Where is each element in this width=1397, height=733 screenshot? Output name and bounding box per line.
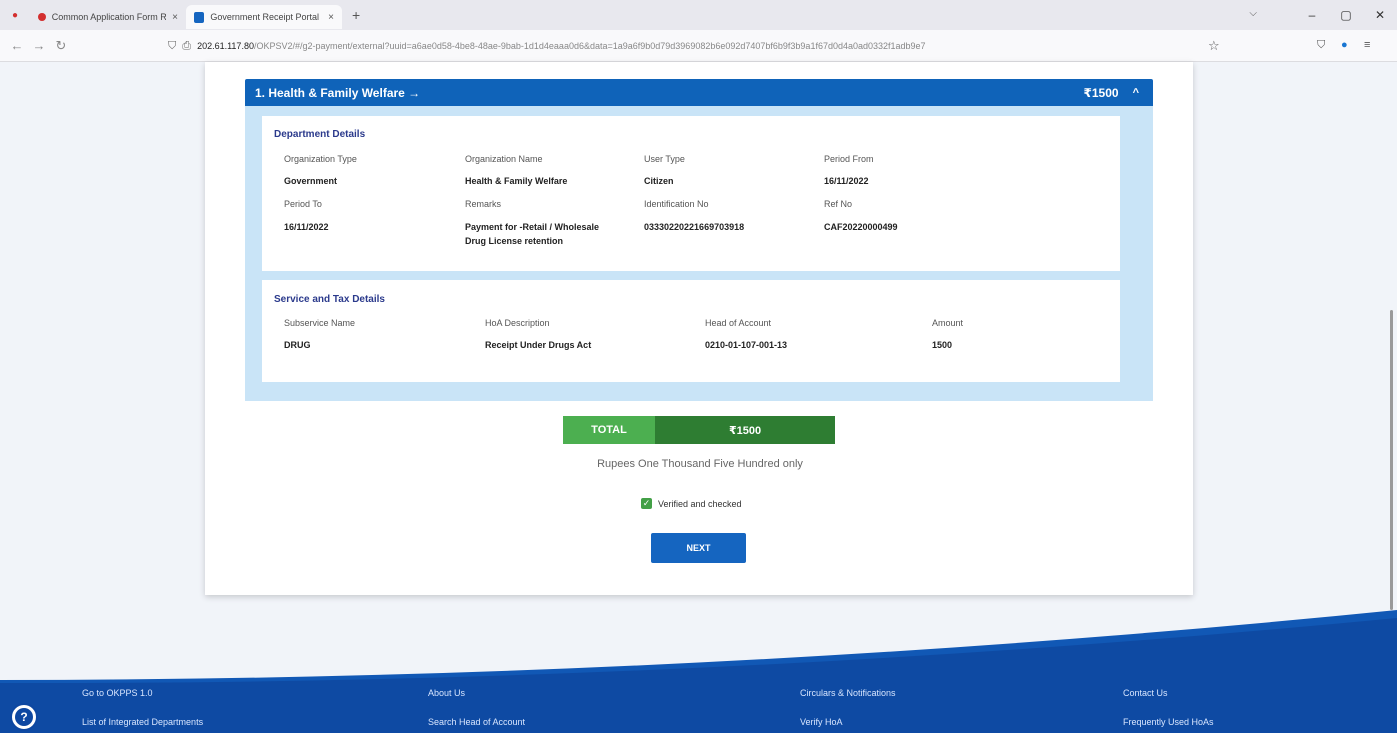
pocket-icon[interactable]: ⛉ [1317, 39, 1325, 52]
new-tab-button[interactable]: + [342, 7, 370, 23]
service-header: Head of Account [705, 318, 772, 328]
forward-icon[interactable]: → [28, 38, 50, 53]
footer-link[interactable]: Circulars & Notifications [800, 688, 896, 698]
service-details-title: Service and Tax Details [274, 294, 385, 305]
footer-link[interactable]: List of Integrated Departments [82, 717, 203, 727]
tab-title: Common Application Form Resu [51, 12, 167, 22]
identification-no-value: 03330220221669703918 [644, 222, 745, 232]
checkbox-checked-icon[interactable]: ✓ [641, 498, 652, 509]
back-icon[interactable]: ← [6, 38, 28, 53]
field-label: Ref No [824, 199, 853, 209]
department-header[interactable]: 1. Health & Family Welfare → ₹1500 ^ [245, 79, 1153, 106]
footer-link[interactable]: Contact Us [1123, 688, 1168, 698]
service-header: HoA Description [485, 318, 550, 328]
footer: Go to OKPPS 1.0 List of Integrated Depar… [0, 680, 1397, 733]
tab-close-icon[interactable]: × [328, 12, 334, 23]
total-box: TOTAL ₹1500 [563, 416, 835, 444]
field-label: Organization Type [284, 154, 357, 164]
reload-icon[interactable]: ↻ [50, 38, 72, 54]
help-button[interactable]: ? [10, 703, 38, 731]
browser-menu-icon[interactable]: ● [12, 10, 22, 21]
account-icon[interactable]: ● [1341, 39, 1348, 51]
close-window-button[interactable]: ✕ [1363, 8, 1397, 22]
footer-link[interactable]: Verify HoA [800, 717, 843, 727]
field-label: User Type [644, 154, 685, 164]
field-label: Organization Name [465, 154, 543, 164]
tab-favicon-icon [38, 13, 46, 21]
department-title: 1. Health & Family Welfare → [255, 85, 421, 100]
minimize-button[interactable]: – [1295, 8, 1329, 22]
department-details-panel [262, 116, 1120, 271]
browser-tab-1[interactable]: Common Application Form Resu × [30, 5, 186, 29]
field-label: Identification No [644, 199, 709, 209]
user-type-value: Citizen [644, 176, 674, 186]
department-amount: ₹1500 [1083, 85, 1119, 100]
browser-tab-2[interactable]: Government Receipt Portal Sy × [186, 5, 342, 29]
period-from-value: 16/11/2022 [824, 176, 869, 186]
organization-type-value: Government [284, 176, 338, 186]
service-header: Amount [932, 318, 964, 328]
tab-favicon-icon [194, 11, 205, 23]
browser-toolbar: ← → ↻ ⛉ ⎙ 202.61.117.80 /OKPSV2/#/g2-pay… [0, 30, 1397, 62]
service-header: Subservice Name [284, 318, 356, 328]
field-label: Period To [284, 199, 322, 209]
total-label: TOTAL [563, 416, 655, 444]
bookmark-star-icon[interactable]: ☆ [1208, 38, 1220, 54]
menu-icon[interactable]: ≡ [1364, 39, 1370, 51]
url-bar[interactable]: ⛉ ⎙ 202.61.117.80 /OKPSV2/#/g2-payment/e… [168, 35, 1228, 57]
collapse-chevron-icon[interactable]: ^ [1133, 87, 1139, 99]
period-to-value: 16/11/2022 [284, 222, 329, 232]
footer-link[interactable]: About Us [428, 688, 465, 698]
footer-link[interactable]: Frequently Used HoAs [1123, 717, 1214, 727]
browser-tabbar: ● Common Application Form Resu × Governm… [0, 0, 1397, 30]
tab-list-chevron-icon[interactable]: ⌵ [1249, 8, 1257, 19]
service-details-panel [262, 280, 1120, 382]
field-label: Period From [824, 154, 874, 164]
hoa-description-value: Receipt Under Drugs Act [485, 340, 592, 350]
url-host: 202.61.117.80 [197, 41, 254, 51]
next-button[interactable]: NEXT [651, 533, 746, 563]
amount-value: 1500 [932, 340, 953, 350]
shield-icon: ⛉ [168, 39, 177, 52]
ref-no-value: CAF20220000499 [824, 222, 898, 232]
organization-name-value: Health & Family Welfare [465, 176, 568, 186]
maximize-button[interactable]: ▢ [1329, 8, 1363, 22]
verified-label: Verified and checked [658, 498, 742, 509]
department-details-title: Department Details [274, 129, 366, 140]
remarks-value: Payment for -Retail / Wholesale [465, 222, 600, 232]
subservice-name-value: DRUG [284, 340, 311, 350]
total-value: ₹1500 [655, 416, 835, 444]
field-label: Remarks [465, 199, 502, 209]
question-icon: ? [15, 708, 33, 726]
head-of-account-value: 0210-01-107-001-13 [705, 340, 788, 350]
scrollbar[interactable] [1390, 310, 1393, 610]
verified-checkbox-row[interactable]: ✓ Verified and checked [641, 498, 742, 509]
page-info-icon[interactable]: ⎙ [182, 40, 191, 53]
footer-link[interactable]: Search Head of Account [428, 717, 525, 727]
amount-in-words: Rupees One Thousand Five Hundred only [597, 458, 803, 470]
window-controls: – ▢ ✕ [1295, 0, 1397, 30]
tab-title: Government Receipt Portal Sy [210, 12, 323, 22]
footer-link[interactable]: Go to OKPPS 1.0 [82, 688, 153, 698]
tab-close-icon[interactable]: × [172, 12, 178, 23]
remarks-value-line2: Drug License retention [465, 236, 564, 246]
url-path: /OKPSV2/#/g2-payment/external?uuid=a6ae0… [253, 41, 926, 51]
